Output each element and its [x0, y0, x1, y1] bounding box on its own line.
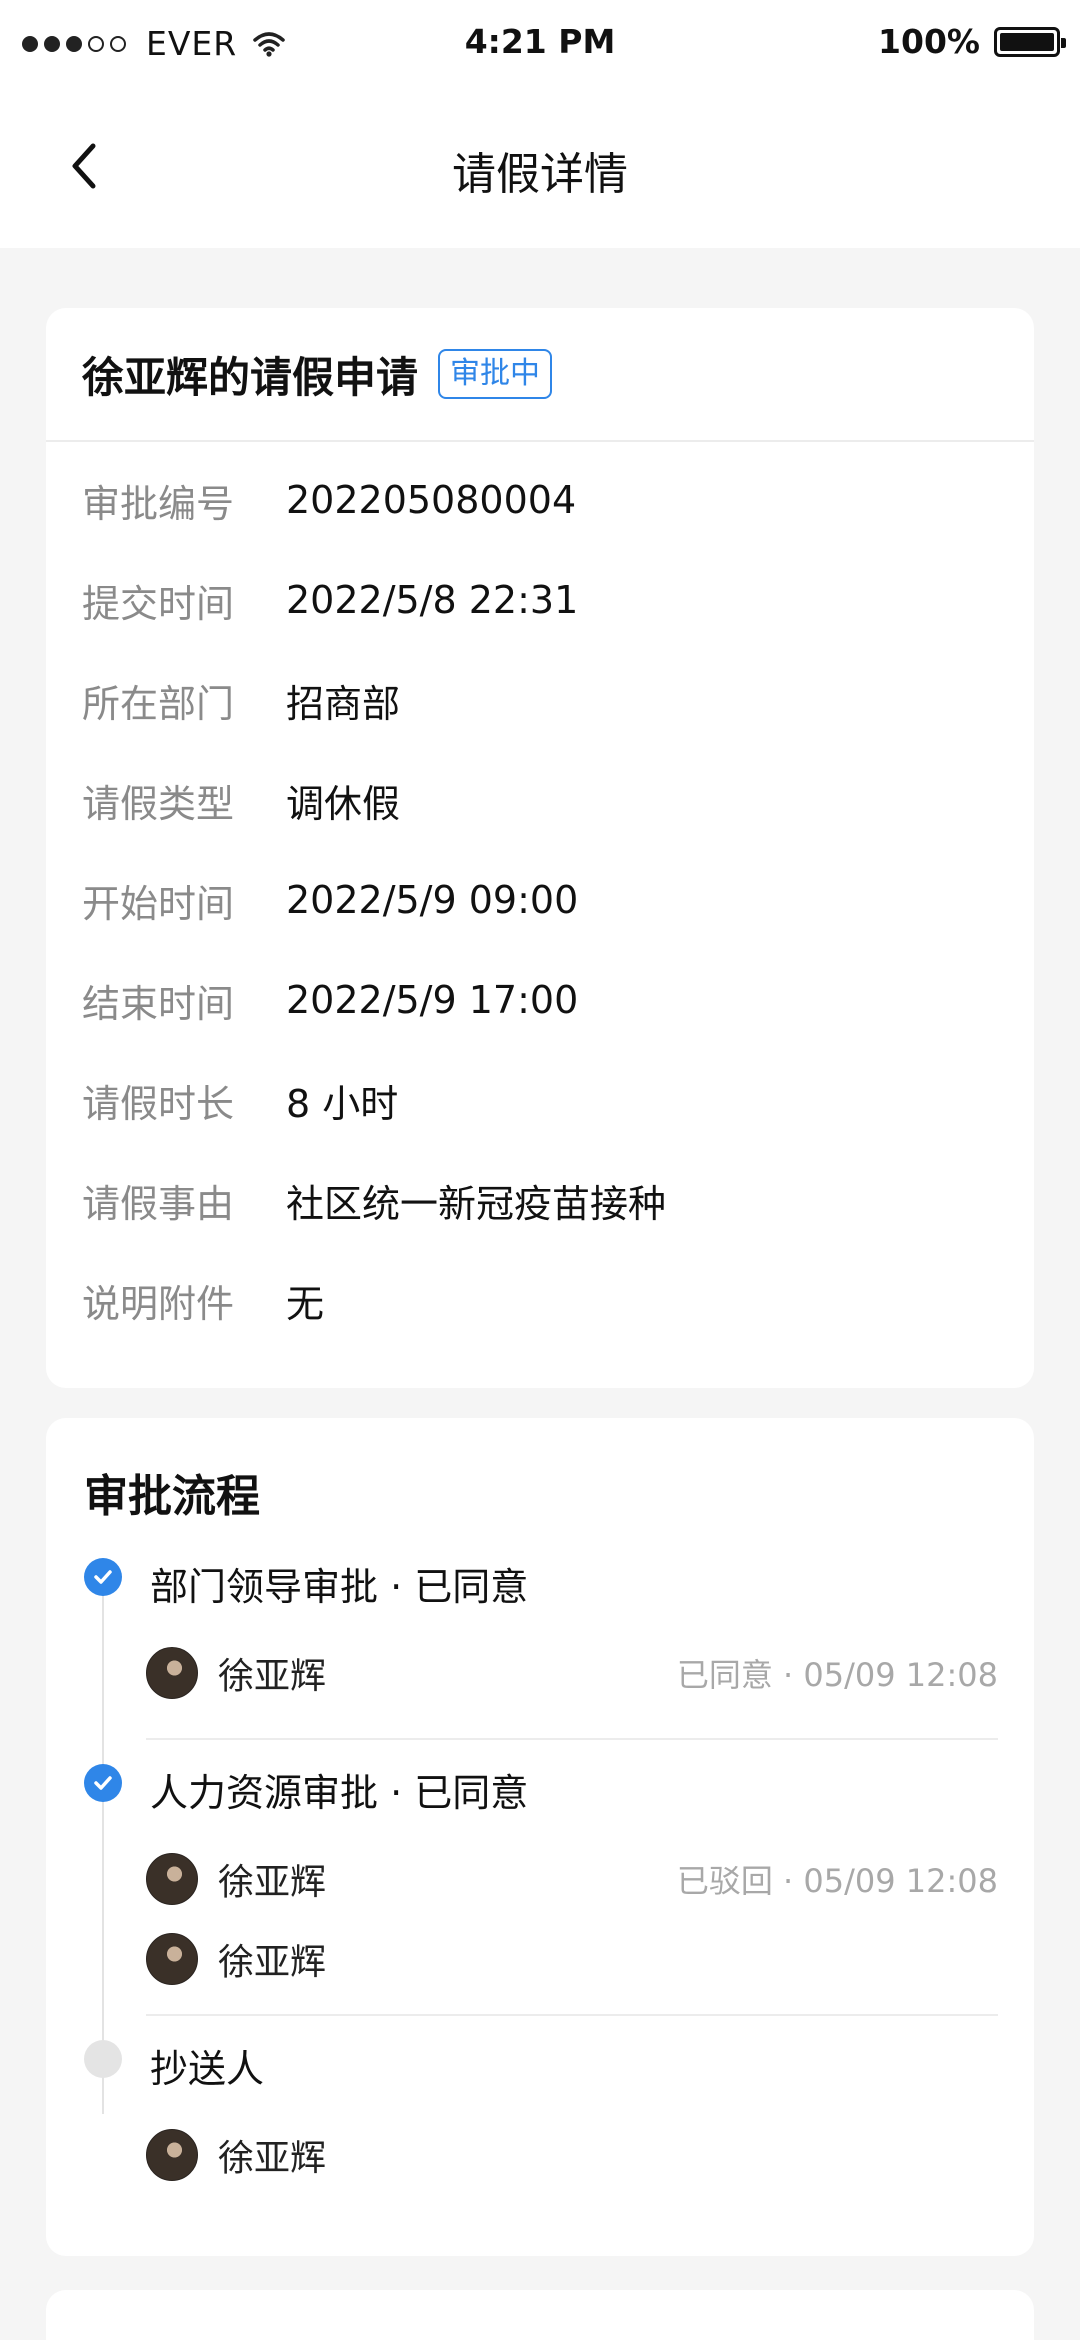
- info-label: 提交时间: [82, 581, 235, 626]
- info-list: 审批编号 202205080004 提交时间 2022/5/8 22:31 所在…: [46, 442, 1034, 1350]
- info-value: 2022/5/9 09:00: [286, 878, 579, 922]
- info-row-department: 所在部门 招商部: [46, 650, 1034, 750]
- step-title: 部门领导审批 · 已同意: [150, 1565, 529, 1609]
- step-title: 抄送人: [150, 2047, 265, 2091]
- info-value: 招商部: [286, 681, 401, 726]
- info-value: 2022/5/9 17:00: [286, 978, 579, 1022]
- approver-name: 徐亚辉: [218, 1942, 327, 1983]
- approver-status: 已驳回 · 05/09 12:08: [676, 1862, 998, 1900]
- process-title: 审批流程: [84, 1471, 260, 1522]
- info-row-end-time: 结束时间 2022/5/9 17:00: [46, 950, 1034, 1050]
- approver-status: 已同意 · 05/09 12:08: [676, 1656, 998, 1694]
- info-value: 调休假: [286, 781, 401, 826]
- approver-name: 徐亚辉: [218, 1656, 327, 1697]
- info-label: 请假事由: [82, 1181, 235, 1226]
- pending-circle-icon: [84, 2040, 122, 2078]
- step-divider: [146, 2014, 998, 2016]
- info-label: 请假时长: [82, 1081, 235, 1126]
- application-header: 徐亚辉的请假申请 审批中: [46, 308, 1034, 442]
- info-value: 202205080004: [286, 478, 577, 522]
- info-label: 开始时间: [82, 881, 235, 926]
- battery-icon: [994, 26, 1066, 57]
- info-row-submit-time: 提交时间 2022/5/8 22:31: [46, 550, 1034, 650]
- approval-process-card: 审批流程 部门领导审批 · 已同意 徐亚辉 已同意 · 05/09 12:08 …: [46, 1418, 1034, 2256]
- avatar: [146, 2129, 198, 2181]
- next-card: [46, 2290, 1034, 2340]
- approver-row: 徐亚辉: [146, 1932, 998, 1986]
- approver-row: 徐亚辉 已同意 · 05/09 12:08: [146, 1646, 998, 1700]
- page-title: 请假详情: [452, 149, 628, 200]
- info-value: 2022/5/8 22:31: [286, 578, 579, 622]
- application-title: 徐亚辉的请假申请: [82, 352, 419, 402]
- step-title: 人力资源审批 · 已同意: [150, 1771, 529, 1815]
- screen: EVER 4:21 PM 100% 请假详情 徐亚辉的请假申请 审批中 审批编号…: [0, 0, 1080, 2340]
- info-row-reason: 请假事由 社区统一新冠疫苗接种: [46, 1150, 1034, 1250]
- timeline-line: [102, 1594, 104, 2114]
- info-label: 所在部门: [82, 681, 235, 726]
- approver-row: 徐亚辉 已驳回 · 05/09 12:08: [146, 1852, 998, 1906]
- attachment-value[interactable]: 无: [286, 1273, 324, 1328]
- avatar: [146, 1853, 198, 1905]
- info-row-duration: 请假时长 8 小时: [46, 1050, 1034, 1150]
- battery-percent: 100%: [878, 22, 980, 61]
- info-label: 请假类型: [82, 781, 235, 826]
- nav-bar: 请假详情: [0, 88, 1080, 248]
- check-circle-icon: [84, 1558, 122, 1596]
- avatar: [146, 1647, 198, 1699]
- info-row-leave-type: 请假类型 调休假: [46, 750, 1034, 850]
- approver-name: 徐亚辉: [218, 2138, 327, 2179]
- info-row-approval-number: 审批编号 202205080004: [46, 450, 1034, 550]
- info-row-attachment: 说明附件 无: [46, 1250, 1034, 1350]
- info-label: 说明附件: [82, 1281, 235, 1326]
- info-row-start-time: 开始时间 2022/5/9 09:00: [46, 850, 1034, 950]
- check-circle-icon: [84, 1764, 122, 1802]
- application-card: 徐亚辉的请假申请 审批中 审批编号 202205080004 提交时间 2022…: [46, 308, 1034, 1388]
- info-value: 社区统一新冠疫苗接种: [286, 1181, 667, 1226]
- info-label: 结束时间: [82, 981, 235, 1026]
- approver-name: 徐亚辉: [218, 1862, 327, 1903]
- status-bar: EVER 4:21 PM 100%: [0, 0, 1080, 88]
- approver-row: 徐亚辉: [146, 2128, 998, 2182]
- battery-status: 100%: [878, 22, 1066, 61]
- avatar: [146, 1933, 198, 1985]
- step-divider: [146, 1738, 998, 1740]
- info-label: 审批编号: [82, 481, 235, 526]
- status-badge: 审批中: [438, 349, 553, 399]
- info-value: 8 小时: [286, 1081, 399, 1126]
